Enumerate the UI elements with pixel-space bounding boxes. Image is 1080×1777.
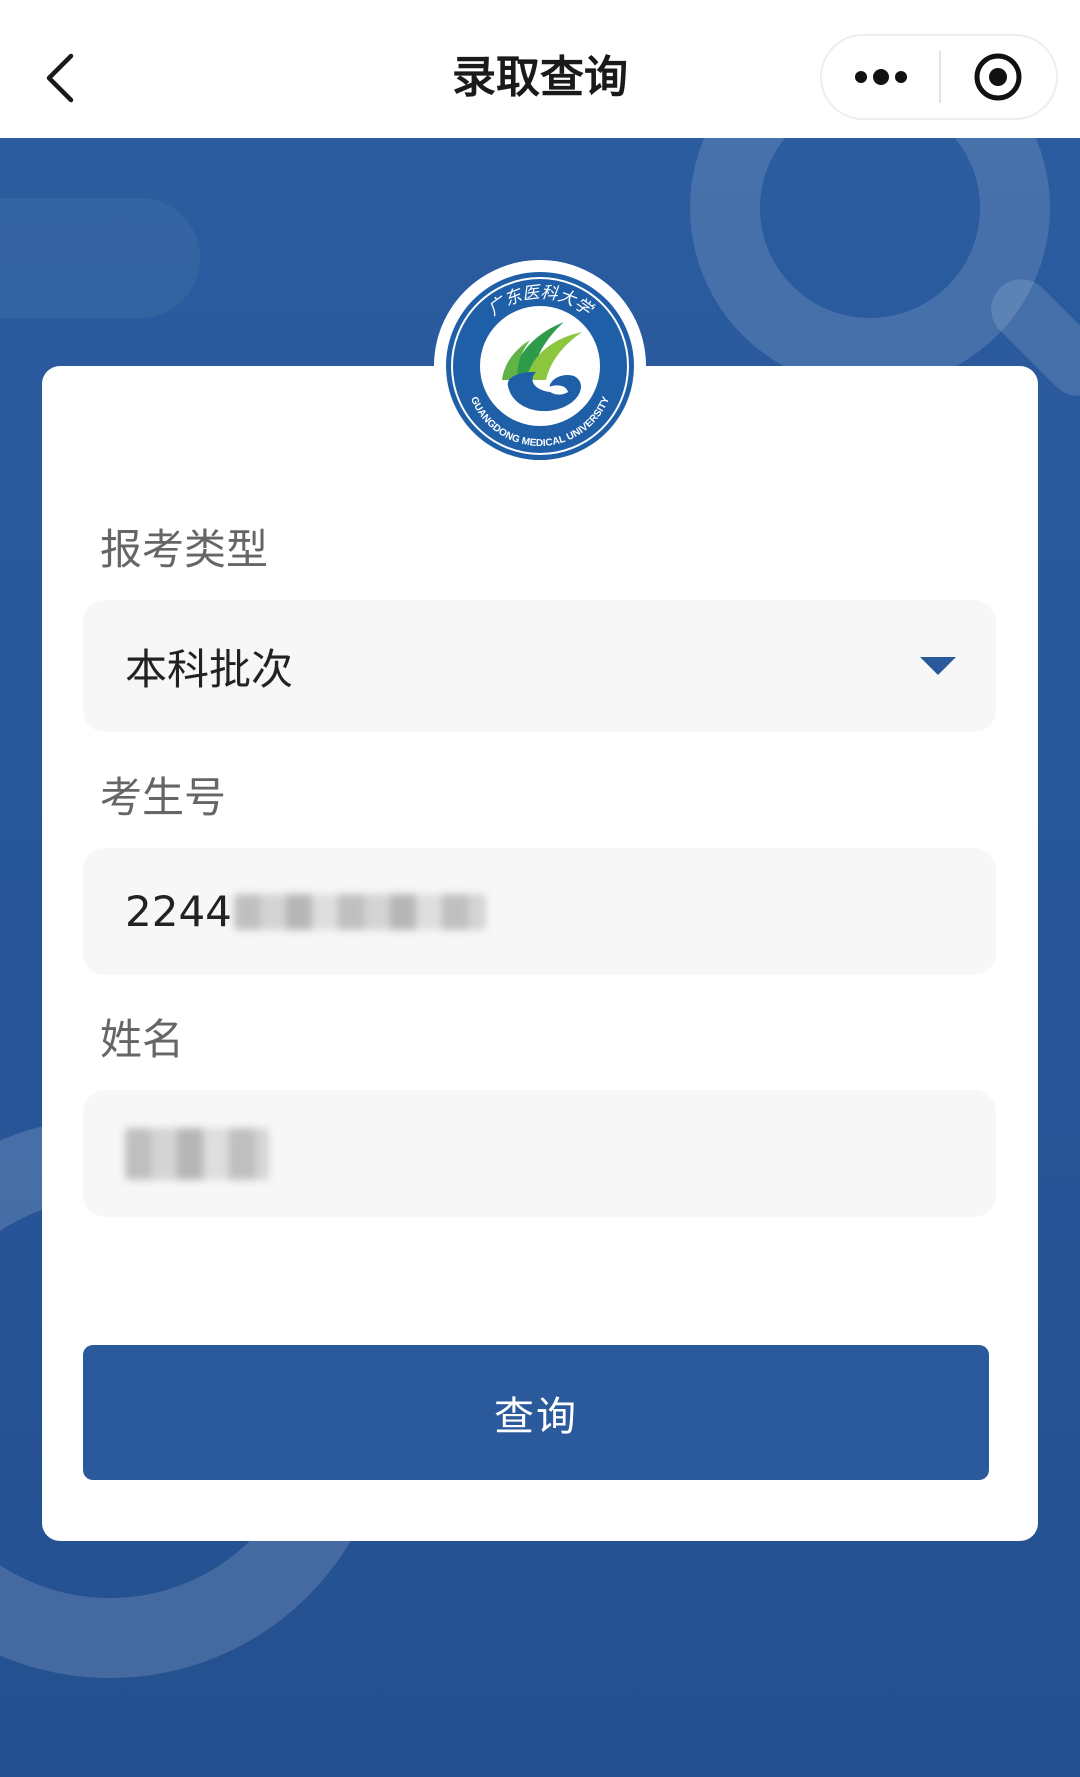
candidate-number-value: 2244 [125,887,232,936]
name-input[interactable] [83,1090,996,1217]
exam-type-value: 本科批次 [125,644,294,694]
name-label: 姓名 [100,1015,185,1064]
query-button[interactable]: 查询 [83,1345,989,1480]
top-navigation-bar: 录取查询 [0,0,1080,138]
redacted-name [125,1127,269,1180]
candidate-number-label: 考生号 [100,773,227,822]
redacted-candidate-number [233,893,486,930]
more-dots-icon [854,69,907,85]
triangle-down-icon [920,657,956,675]
university-emblem-icon: 广东医科大学 GUANGDONG MEDICAL UNIVERSITY [446,272,634,460]
target-circle-icon [974,53,1022,101]
candidate-number-input[interactable]: 2244 [83,848,996,975]
name-value-wrap [125,1090,269,1217]
candidate-number-value-wrap: 2244 [125,848,486,975]
more-button[interactable] [822,36,939,118]
mini-program-capsule [820,34,1058,120]
magnifier-decoration-icon [690,138,1050,388]
close-mini-program-button[interactable] [941,36,1056,118]
exam-type-select[interactable]: 本科批次 [83,600,996,732]
university-logo: 广东医科大学 GUANGDONG MEDICAL UNIVERSITY [434,260,646,472]
background-decoration [0,198,200,318]
exam-type-label: 报考类型 [100,525,269,574]
